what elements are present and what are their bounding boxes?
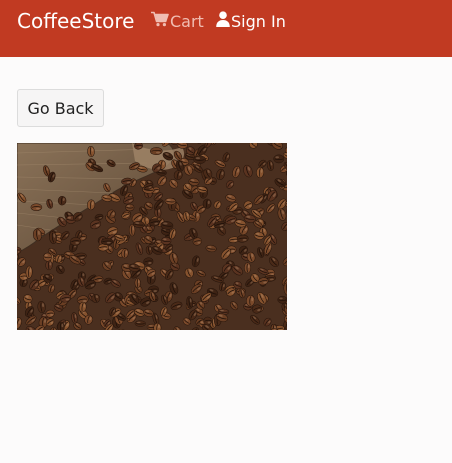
user-icon [216, 11, 230, 32]
cart-link[interactable]: Cart [151, 11, 204, 32]
shopping-cart-icon [151, 11, 169, 32]
go-back-button[interactable]: Go Back [17, 89, 104, 127]
brand-logo-link[interactable]: CoffeeStore [17, 9, 134, 33]
sign-in-label: Sign In [231, 11, 286, 31]
cart-label: Cart [170, 11, 204, 31]
sign-in-link[interactable]: Sign In [216, 11, 286, 32]
top-navbar: CoffeeStore Cart Sign In [0, 0, 452, 57]
product-image [17, 143, 287, 330]
